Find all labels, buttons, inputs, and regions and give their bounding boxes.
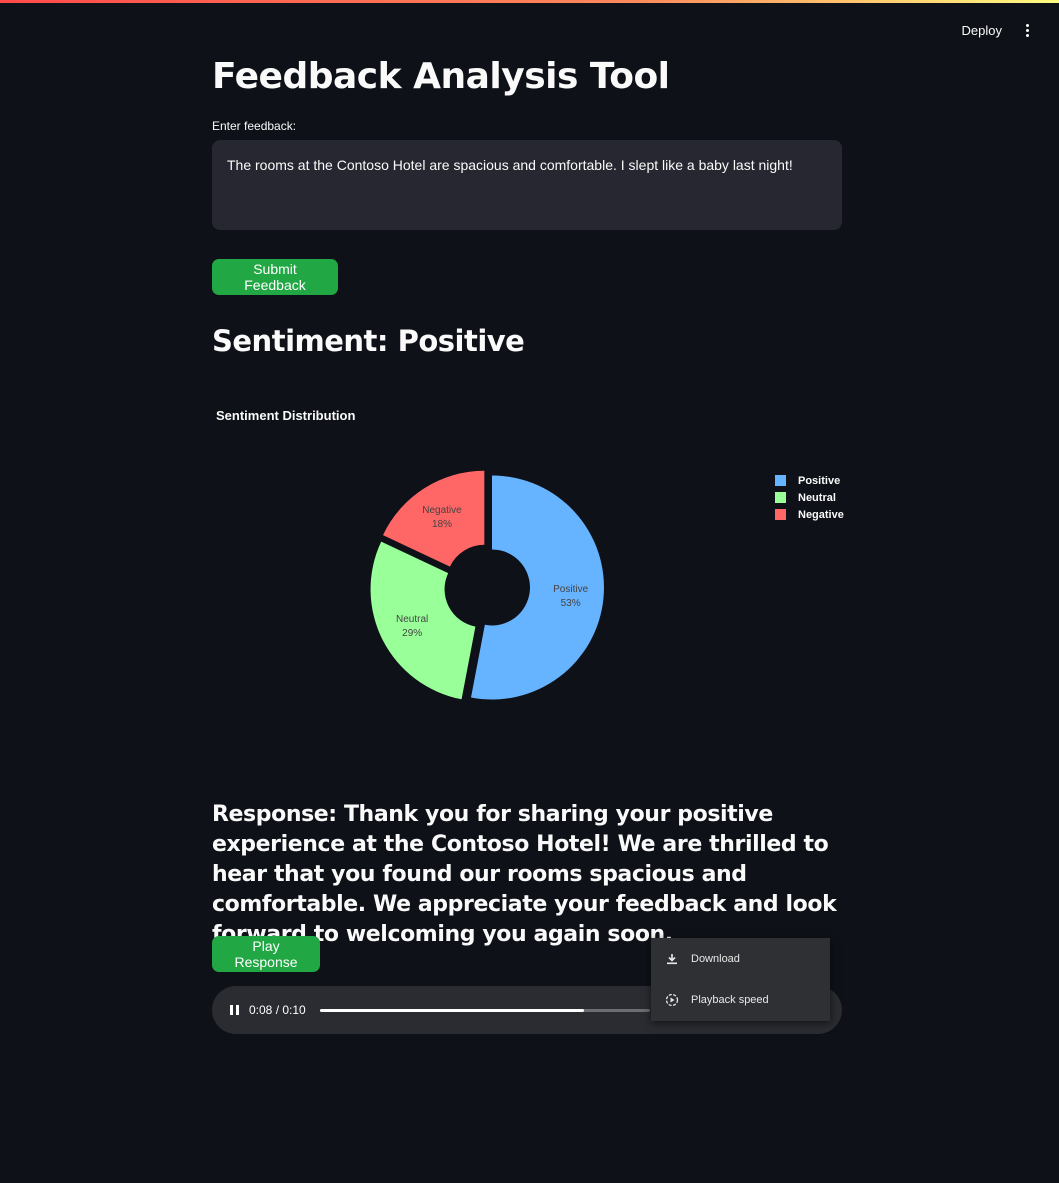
page-title: Feedback Analysis Tool [212,56,670,97]
pie-value-negative: 18% [432,519,452,530]
pie-value-neutral: 29% [402,628,422,639]
chart-legend: Positive Neutral Negative [775,472,844,523]
legend-swatch [775,475,786,486]
legend-label: Positive [798,474,841,487]
response-text: Response: Thank you for sharing your pos… [212,802,837,947]
playback-speed-icon [665,993,679,1007]
audio-time: 0:08 / 0:10 [249,1003,306,1017]
pie-value-positive: 53% [561,598,581,609]
legend-label: Neutral [798,491,836,504]
legend-swatch [775,509,786,520]
audio-progress-track[interactable] [319,1008,650,1012]
menu-item-download[interactable]: Download [651,938,830,979]
submit-feedback-button[interactable]: Submit Feedback [212,259,338,295]
deploy-button[interactable]: Deploy [962,23,1002,38]
legend-item-neutral[interactable]: Neutral [775,489,844,506]
sentiment-heading: Sentiment: Positive [212,324,525,358]
pie-label-neutral: Neutral [396,614,428,625]
menu-item-playback-speed-label: Playback speed [691,993,769,1006]
legend-label: Negative [798,508,844,521]
main-menu-icon[interactable] [1020,22,1035,39]
feedback-input[interactable] [212,140,842,230]
menu-item-playback-speed[interactable]: Playback speed [651,979,830,1020]
top-decoration-bar [0,0,1059,3]
audio-context-menu: Download Playback speed [651,938,830,1021]
chart-title: Sentiment Distribution [216,408,356,423]
legend-item-negative[interactable]: Negative [775,506,844,523]
pie-label-negative: Negative [422,505,462,516]
pie-label-positive: Positive [553,584,588,595]
download-icon [665,952,679,966]
app-toolbar: Deploy [962,22,1035,39]
audio-progress-fill [319,1008,584,1012]
menu-item-download-label: Download [691,952,740,965]
pause-icon[interactable] [230,1005,239,1015]
legend-swatch [775,492,786,503]
feedback-label: Enter feedback: [212,119,297,133]
sentiment-pie-chart: Positive 53% Neutral 29% Negative 18% [370,470,604,700]
legend-item-positive[interactable]: Positive [775,472,844,489]
play-response-button[interactable]: Play Response [212,936,320,972]
